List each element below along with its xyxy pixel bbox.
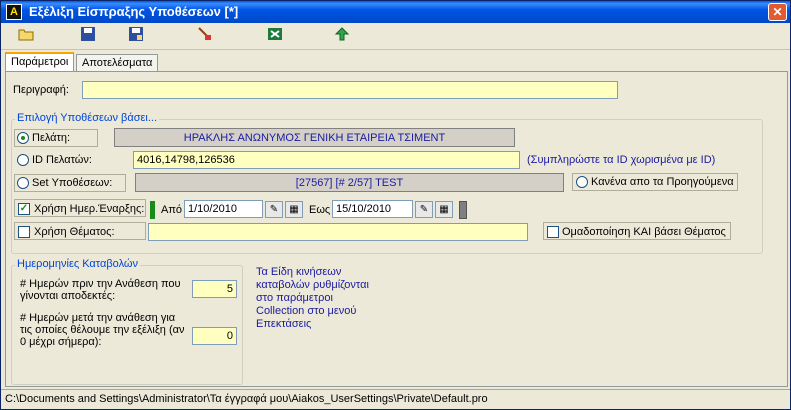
parameters-panel: Περιγραφή: Επιλογή Υποθέσεων βάσει... Πε… [5,71,788,387]
client-ids-input[interactable]: 4016,14798,126536 [133,151,520,169]
clear-icon[interactable] [193,26,215,46]
info-text: Τα Είδη κινήσεων καταβολών ρυθμίζονται σ… [256,266,369,330]
status-bar-path: C:\Documents and Settings\Administrator\… [1,389,790,409]
from-clear-icon[interactable]: ✎ [265,201,283,218]
date-end-indicator [459,201,467,219]
none-radio[interactable] [576,176,588,188]
main-window: A Εξέλιξη Είσπραξης Υποθέσεων [*] ✕ Παρά… [0,0,791,410]
days-after-label: # Ημερών μετά την ανάθεση για τις οποίες… [20,312,185,348]
tab-results[interactable]: Αποτελέσματα [76,54,159,72]
days-after-input[interactable]: 0 [192,327,237,345]
to-clear-icon[interactable]: ✎ [415,201,433,218]
group-by-subject-label: Ομαδοποίηση ΚΑΙ βάσει Θέματος [562,226,726,238]
from-label: Από [161,204,183,216]
title-bar[interactable]: A Εξέλιξη Είσπραξης Υποθέσεων [*] ✕ [1,1,790,23]
to-label: Εως [309,204,331,216]
use-date-checkbox[interactable]: ✓ [18,203,30,215]
app-icon: A [6,4,22,20]
use-date-label: Χρήση Ημερ.Έναρξης: [34,203,145,215]
open-folder-icon[interactable] [15,26,37,46]
client-ids-hint: (Συμπληρώστε τα ID χωρισμένα με ID) [527,154,716,166]
client-ids-label: ID Πελατών: [32,154,92,166]
from-calendar-icon[interactable]: ▦ [285,201,303,218]
save-icon[interactable] [77,26,99,46]
to-date-input[interactable]: 15/10/2010 [332,200,413,218]
client-label: Πελάτη: [32,132,71,144]
description-label: Περιγραφή: [13,84,69,96]
tab-parameters[interactable]: Παράμετροι [5,52,75,72]
none-label: Κανένα απο τα Προηγούμενα [591,176,734,188]
toolbar [1,23,790,50]
days-before-input[interactable]: 5 [192,280,237,298]
client-ids-radio[interactable] [17,154,29,166]
client-select[interactable]: ΗΡΑΚΛΗΣ ΑΝΩΝΥΜΟΣ ΓΕΝΙΚΗ ΕΤΑΙΡΕΙΑ ΤΣΙΜΕΝΤ [114,128,515,147]
case-set-label: Set Υποθέσεων: [32,177,113,189]
payment-dates-title: Ημερομηνίες Καταβολών [15,258,140,270]
save-as-icon[interactable] [125,26,147,46]
selection-group-title: Επιλογή Υποθέσεων βάσει... [15,112,160,124]
group-by-subject-checkbox[interactable] [547,226,559,238]
days-before-label: # Ημερών πριν την Ανάθεση που γίνονται α… [20,278,181,302]
subject-input[interactable] [148,223,528,241]
from-date-input[interactable]: 1/10/2010 [184,200,263,218]
to-calendar-icon[interactable]: ▦ [435,201,453,218]
use-subject-label: Χρήση Θέματος: [34,226,115,238]
case-set-select[interactable]: [27567] [# 2/57] TEST [135,173,564,192]
excel-export-icon[interactable] [264,26,286,46]
description-input[interactable] [82,81,618,99]
window-title: Εξέλιξη Είσπραξης Υποθέσεων [*] [29,4,239,19]
date-enabled-indicator [150,201,155,219]
close-button[interactable]: ✕ [768,3,787,21]
use-subject-checkbox[interactable] [18,226,30,238]
up-arrow-icon[interactable] [331,26,353,46]
